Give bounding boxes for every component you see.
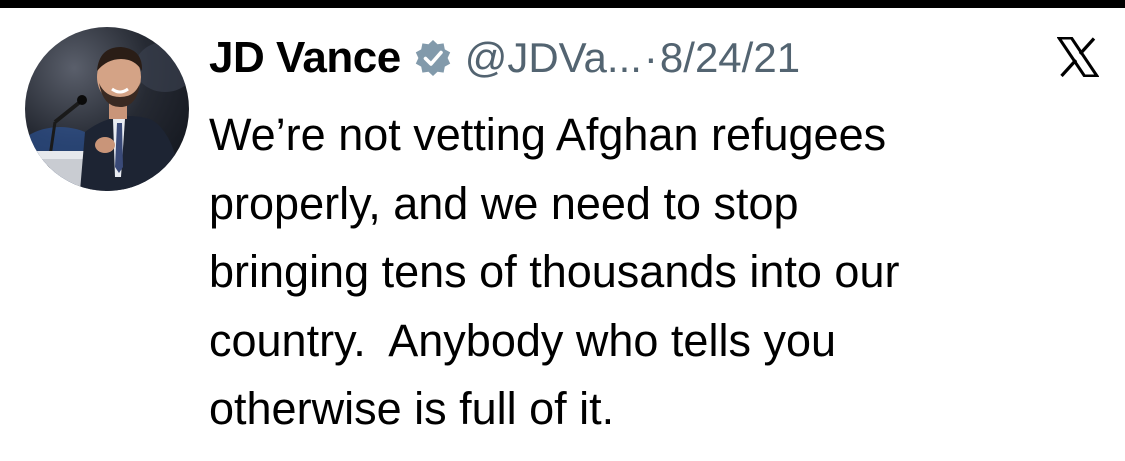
avatar[interactable] (25, 27, 189, 191)
header-separator: · (643, 34, 658, 81)
tweet-body: We’re not vetting Afghan refugees proper… (209, 101, 1089, 444)
tweet-text-line: properly, and we need to stop (209, 177, 799, 229)
x-logo-icon[interactable] (1056, 36, 1100, 78)
top-edge-bar (0, 0, 1125, 8)
tweet-text-line: bringing tens of thousands into our (209, 246, 900, 297)
avatar-portrait-image (25, 42, 189, 191)
tweet-date[interactable]: 8/24/21 (660, 34, 800, 82)
verified-badge-icon (413, 38, 453, 78)
tweet-text-line: country. Anybody who tells you (209, 314, 837, 366)
author-name[interactable]: JD Vance (209, 33, 401, 83)
author-handle[interactable]: @JDVa... (465, 34, 642, 82)
tweet-text-line: We’re not vetting Afghan refugees (209, 109, 887, 160)
tweet-header: JD Vance @JDVa... · 8/24/21 (209, 28, 800, 88)
tweet-text-line: otherwise is full of it. (209, 383, 615, 434)
